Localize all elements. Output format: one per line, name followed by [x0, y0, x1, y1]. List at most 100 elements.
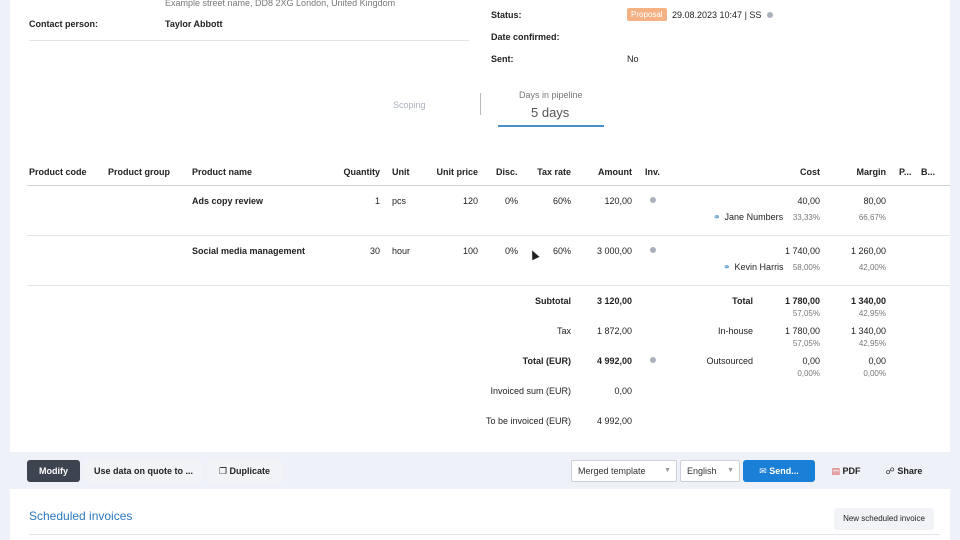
tax-label: Tax — [556, 326, 571, 336]
envelope-icon: ✉ — [759, 466, 767, 476]
row-divider — [27, 285, 950, 286]
pdf-button[interactable]: ▤ PDF — [822, 460, 870, 482]
inhouse-margin-pct: 42,95% — [858, 339, 886, 348]
col-quantity[interactable]: Quantity — [330, 167, 380, 177]
invoice-status-icon — [650, 197, 656, 203]
outsourced-cost: 0,00 — [802, 356, 820, 366]
row-cost-pct: 58,00% — [792, 263, 820, 272]
new-scheduled-invoice-button[interactable]: New scheduled invoice — [834, 508, 934, 530]
row-amount: 120,00 — [604, 196, 632, 206]
col-amount[interactable]: Amount — [582, 167, 632, 177]
row-cost: 1 740,00 — [784, 246, 820, 256]
inhouse-cost-pct: 57,05% — [792, 339, 820, 348]
invoice-status-icon — [650, 247, 656, 253]
status-dot-icon — [767, 12, 773, 18]
row-disc: 0% — [504, 196, 518, 206]
total-invoice-status-icon — [650, 357, 656, 363]
scheduled-divider — [29, 534, 940, 535]
col-cost[interactable]: Cost — [770, 167, 820, 177]
pipeline-stage[interactable]: Scoping — [393, 100, 426, 110]
row-margin-pct: 42,00% — [858, 263, 886, 272]
col-disc[interactable]: Disc. — [496, 167, 518, 177]
outsourced-cost-pct: 0,00% — [797, 369, 820, 378]
inhouse-margin: 1 340,00 — [850, 326, 886, 336]
margin-total-pct: 42,95% — [858, 309, 886, 318]
row-divider — [27, 235, 950, 236]
duplicate-button[interactable]: ❐ Duplicate — [207, 460, 282, 482]
outsourced-margin: 0,00 — [868, 356, 886, 366]
row-product-name: Ads copy review — [192, 196, 264, 206]
outsourced-margin-pct: 0,00% — [863, 369, 886, 378]
outsourced-label: Outsourced — [706, 356, 753, 366]
template-select[interactable]: Merged template ▼ — [571, 460, 677, 482]
row-tax-rate: 60% — [552, 196, 571, 206]
sent-value: No — [627, 54, 639, 64]
col-unit-price[interactable]: Unit price — [428, 167, 478, 177]
cost-total-pct: 57,05% — [792, 309, 820, 318]
modify-button[interactable]: Modify — [27, 460, 80, 482]
subtotal-label: Subtotal — [535, 296, 571, 306]
share-label: Share — [897, 466, 923, 476]
contact-person-value: Taylor Abbott — [165, 19, 223, 29]
col-product-code[interactable]: Product code — [29, 167, 87, 177]
row-margin-pct: 66,67% — [858, 213, 886, 222]
status-timestamp: 29.08.2023 10:47 | SS — [672, 10, 762, 20]
contact-divider — [29, 40, 469, 41]
use-data-button[interactable]: Use data on quote to ... — [84, 460, 203, 482]
col-margin[interactable]: Margin — [836, 167, 886, 177]
inhouse-label: In-house — [717, 326, 753, 336]
row-unit-price: 120 — [462, 196, 478, 206]
subtotal-value: 3 120,00 — [596, 296, 632, 306]
col-unit[interactable]: Unit — [392, 167, 410, 177]
row-margin: 1 260,00 — [850, 246, 886, 256]
share-icon: ☍ — [885, 466, 895, 476]
row-cost-pct: 33,33% — [792, 213, 820, 222]
action-toolbar: Modify Use data on quote to ... ❐ Duplic… — [0, 458, 960, 484]
scheduled-invoices-card: Scheduled invoices New scheduled invoice — [10, 489, 950, 540]
invoiced-sum-value: 0,00 — [614, 386, 632, 396]
template-value: Merged template — [578, 466, 646, 476]
row-unit: pcs — [392, 196, 407, 206]
margin-total-value: 1 340,00 — [850, 296, 886, 306]
chevron-down-icon: ▼ — [727, 467, 734, 474]
user-icon: ⚭ — [723, 262, 731, 272]
col-tax-rate[interactable]: Tax rate — [521, 167, 571, 177]
row-unit: hour — [392, 246, 411, 256]
share-button[interactable]: ☍ Share — [876, 460, 932, 482]
pipeline-separator — [480, 93, 481, 115]
chevron-down-icon: ▼ — [664, 467, 671, 474]
row-product-name: Social media management — [192, 246, 306, 256]
col-inv[interactable]: Inv. — [645, 167, 660, 177]
total-value: 4 992,00 — [596, 356, 632, 366]
send-button[interactable]: ✉ Send... — [743, 460, 815, 482]
language-select[interactable]: English ▼ — [680, 460, 740, 482]
status-badge: Proposal — [627, 8, 667, 21]
row-unit-price: 100 — [462, 246, 478, 256]
tax-value: 1 872,00 — [596, 326, 632, 336]
col-product-name[interactable]: Product name — [192, 167, 252, 177]
contact-person-label: Contact person: — [29, 19, 99, 29]
days-in-pipeline-label: Days in pipeline — [519, 90, 583, 100]
pdf-icon: ▤ — [831, 466, 840, 476]
pdf-label: PDF — [842, 466, 861, 476]
col-p[interactable]: P... — [899, 167, 911, 177]
col-product-group[interactable]: Product group — [108, 167, 170, 177]
days-in-pipeline-value: 5 days — [531, 105, 570, 120]
pipeline-active-underline — [498, 125, 604, 127]
date-confirmed-label: Date confirmed: — [491, 32, 560, 42]
contact-address: Example street name, DD8 2XG London, Uni… — [165, 0, 396, 8]
inhouse-cost: 1 780,00 — [784, 326, 820, 336]
status-label: Status: — [491, 10, 522, 20]
invoiced-sum-label: Invoiced sum (EUR) — [490, 386, 571, 396]
to-be-invoiced-value: 4 992,00 — [596, 416, 632, 426]
language-value: English — [687, 466, 717, 476]
row-disc: 0% — [504, 246, 518, 256]
header-divider — [27, 185, 950, 186]
user-icon: ⚭ — [713, 212, 721, 222]
row-cost: 40,00 — [797, 196, 820, 206]
col-b[interactable]: B... — [921, 167, 935, 177]
copy-icon: ❐ — [218, 466, 228, 476]
sent-label: Sent: — [491, 54, 514, 64]
scheduled-invoices-title: Scheduled invoices — [29, 509, 133, 523]
send-label: Send... — [769, 466, 799, 476]
